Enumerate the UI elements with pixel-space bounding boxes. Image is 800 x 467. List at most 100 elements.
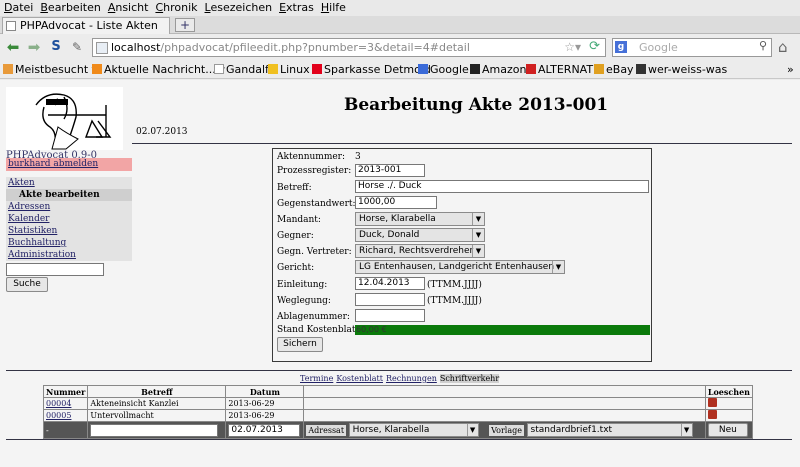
vertreter-selected: Richard, Rechtsverdreher: [359, 246, 474, 256]
weglegung-input[interactable]: [355, 293, 425, 306]
new-betreff-input[interactable]: [90, 423, 219, 437]
label-gegner: Gegner:: [277, 231, 314, 241]
sidebar-item-akten[interactable]: Akten: [6, 177, 132, 189]
column-header-loeschen: Loeschen: [704, 385, 754, 398]
page-favicon-icon: [6, 21, 16, 31]
label-weglegung: Weglegung:: [277, 296, 331, 306]
new-datum-input[interactable]: 02.07.2013: [228, 423, 301, 437]
menu-chronik[interactable]: Chronik: [151, 0, 200, 14]
gegenstandwert-input[interactable]: 1000,00: [355, 196, 437, 209]
tab-kostenblatt[interactable]: Kostenblatt: [336, 374, 383, 383]
adressat-select[interactable]: Horse, Klarabella ▼: [348, 423, 479, 437]
gegner-select[interactable]: Duck, Donald ▼: [355, 228, 485, 242]
sidebar-item-statistiken[interactable]: Statistiken: [6, 225, 132, 237]
new-tab-button[interactable]: +: [175, 18, 195, 32]
delete-icon[interactable]: [707, 410, 717, 419]
sidebar-search-input[interactable]: [6, 263, 104, 276]
gericht-select[interactable]: LG Entenhausen, Landgericht Entenhausen ▼: [355, 260, 565, 274]
bookmark-amazon[interactable]: Amazon: [470, 63, 526, 76]
mandant-select[interactable]: Horse, Klarabella ▼: [355, 212, 485, 226]
save-button[interactable]: Sichern: [277, 337, 323, 352]
logout-link[interactable]: burkhard abmelden: [6, 158, 132, 171]
sidebar-item-label: Adressen: [8, 202, 51, 212]
tab-schriftverkehr[interactable]: Schriftverkehr: [439, 374, 500, 383]
delete-icon[interactable]: [707, 398, 717, 407]
current-date: 02.07.2013: [136, 127, 188, 137]
forward-icon[interactable]: ➡: [25, 38, 43, 56]
bookmark-alternate[interactable]: ALTERNATE: [526, 63, 600, 76]
cell-nummer[interactable]: 00004: [42, 397, 89, 410]
browser-tab[interactable]: PHPAdvocat - Liste Akten: [2, 17, 170, 34]
correspondence-table: Nummer Betreff Datum Loeschen 00004 Akte…: [42, 385, 754, 439]
label-ablagenummer: Ablagenummer:: [277, 312, 350, 322]
bookmark-gandalf[interactable]: Gandalf: [214, 63, 269, 76]
betreff-input[interactable]: Horse ./. Duck: [355, 180, 649, 193]
tab-termine[interactable]: Termine: [300, 374, 333, 383]
url-host: localhost: [111, 41, 161, 54]
bookmark-star-icon[interactable]: ☆▾: [564, 40, 581, 54]
sidebar-item-adressen[interactable]: Adressen: [6, 201, 132, 213]
menu-datei[interactable]: Datei: [0, 0, 36, 14]
addon-icon[interactable]: ✎: [68, 38, 86, 56]
search-placeholder: Google: [639, 41, 678, 54]
chevron-down-icon: ▼: [680, 424, 692, 436]
bookmarks-overflow-button[interactable]: »: [787, 63, 794, 76]
sidebar-search-button[interactable]: Suche: [6, 277, 48, 292]
gegner-selected: Duck, Donald: [359, 230, 420, 240]
url-bar[interactable]: localhost/phpadvocat/pfileedit.php?pnumb…: [92, 38, 606, 57]
page-icon: [214, 64, 224, 74]
sidebar-item-kalender[interactable]: Kalender: [6, 213, 132, 225]
menu-hilfe[interactable]: Hilfe: [317, 0, 349, 14]
new-document-button[interactable]: Neu: [707, 423, 748, 437]
menu-bearbeiten[interactable]: Bearbeiten: [36, 0, 103, 14]
menu-extras[interactable]: Extras: [275, 0, 317, 14]
tab-bar: PHPAdvocat - Liste Akten +: [0, 16, 800, 34]
search-icon[interactable]: ⚲: [759, 39, 767, 52]
cell-spacer: [303, 397, 706, 410]
bookmark-ebay[interactable]: eBay: [594, 63, 634, 76]
new-options-cell: Adressat Horse, Klarabella ▼ Vorlage stan…: [303, 421, 706, 439]
bookmark-wer-weiss-was[interactable]: wer-weiss-was: [636, 63, 727, 76]
home-icon[interactable]: ⌂: [778, 38, 788, 56]
prozessregister-input[interactable]: 2013-001: [355, 164, 425, 177]
einleitung-input[interactable]: 12.04.2013: [355, 277, 425, 290]
search-engine-box[interactable]: g Google ⚲: [612, 38, 772, 57]
bookmark-linux[interactable]: Linux: [268, 63, 310, 76]
label-gegenstandwert: Gegenstandwert:: [277, 199, 356, 209]
label-aktennummer: Aktennummer:: [277, 152, 346, 162]
sidebar-item-akte-bearbeiten[interactable]: Akte bearbeiten: [6, 189, 132, 201]
folder-icon: [3, 64, 13, 74]
bookmark-label: ALTERNATE: [538, 63, 601, 76]
column-header-nummer: Nummer: [42, 385, 89, 398]
document-number-link[interactable]: 00005: [46, 411, 71, 420]
back-icon[interactable]: ⬅: [4, 38, 22, 56]
bookmark-meistbesucht[interactable]: Meistbesucht ▾: [3, 63, 97, 76]
ebay-icon: [594, 64, 604, 74]
bookmark-aktuelle-nachrichten[interactable]: Aktuelle Nachricht... ▾: [92, 63, 225, 76]
chevron-down-icon: ▼: [466, 424, 478, 436]
tab-rechnungen[interactable]: Rechnungen: [386, 374, 437, 383]
reload-icon[interactable]: ⟳: [589, 39, 600, 54]
site-identity-icon[interactable]: [96, 42, 108, 54]
cell-datum: 2013-06-29: [225, 409, 305, 422]
document-number-link[interactable]: 00004: [46, 399, 71, 408]
sparkasse-icon: [312, 64, 322, 74]
mandant-selected: Horse, Klarabella: [359, 214, 436, 224]
sidebar-item-label: Buchhaltung: [8, 238, 67, 248]
google-engine-icon[interactable]: g: [615, 41, 627, 53]
new-button-cell: Neu: [704, 421, 754, 439]
bookmark-sparkasse[interactable]: Sparkasse Detmold: [312, 63, 431, 76]
cell-nummer[interactable]: 00005: [42, 409, 89, 422]
bookmark-google[interactable]: Google: [418, 63, 469, 76]
vertreter-select[interactable]: Richard, Rechtsverdreher ▼: [355, 244, 485, 258]
sidebar-item-administration[interactable]: Administration: [6, 249, 132, 261]
menu-lesezeichen[interactable]: Lesezeichen: [201, 0, 276, 14]
vorlage-select[interactable]: standardbrief1.txt ▼: [526, 423, 693, 437]
section-divider: [6, 370, 792, 371]
label-kostenblatt: Stand Kostenblatt:: [277, 325, 363, 335]
s-addon-icon[interactable]: S: [47, 38, 65, 56]
ablagenummer-input[interactable]: [355, 309, 425, 322]
sidebar-item-buchhaltung[interactable]: Buchhaltung: [6, 237, 132, 249]
menu-ansicht[interactable]: Ansicht: [104, 0, 152, 14]
sidebar-item-label: Akte bearbeiten: [19, 190, 100, 200]
